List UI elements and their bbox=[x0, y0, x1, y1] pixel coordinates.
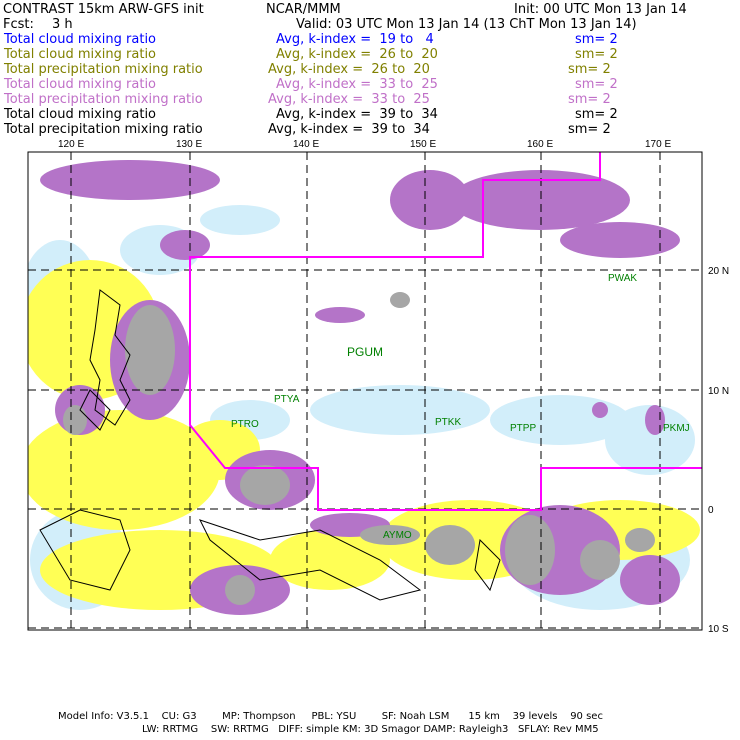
model-info-line-2: LW: RRTMG SW: RRTMG DIFF: simple KM: 3D … bbox=[142, 724, 599, 735]
lat-label: 0 bbox=[708, 505, 714, 516]
lon-label: 150 E bbox=[410, 139, 436, 150]
lon-labels: 120 E 130 E 140 E 150 E 160 E 170 E bbox=[58, 139, 671, 150]
lat-label: 10 N bbox=[708, 386, 729, 397]
model-info-line-1: Model Info: V3.5.1 CU: G3 MP: Thompson P… bbox=[58, 711, 603, 722]
station-label: PWAK bbox=[608, 273, 637, 284]
lon-label: 130 E bbox=[176, 139, 202, 150]
station-label: PGUM bbox=[347, 345, 383, 359]
lat-labels: 20 N 10 N 0 10 S bbox=[708, 266, 729, 635]
station-label: PTKK bbox=[435, 417, 461, 428]
weather-plot: CONTRAST 15km ARW-GFS init NCAR/MMM Init… bbox=[0, 0, 740, 740]
map: 120 E 130 E 140 E 150 E 160 E 170 E 20 N… bbox=[27, 139, 729, 635]
lon-label: 170 E bbox=[645, 139, 671, 150]
station-label: PKMJ bbox=[663, 423, 690, 434]
cloud-fields bbox=[28, 160, 700, 615]
lon-label: 120 E bbox=[58, 139, 84, 150]
station-label: PTYA bbox=[274, 394, 300, 405]
lat-label: 20 N bbox=[708, 266, 729, 277]
station-label: AYMO bbox=[383, 530, 412, 541]
station-label: PTPP bbox=[510, 423, 536, 434]
lon-label: 140 E bbox=[293, 139, 319, 150]
lon-label: 160 E bbox=[527, 139, 553, 150]
station-label: PTRO bbox=[231, 419, 259, 430]
lat-label: 10 S bbox=[708, 624, 729, 635]
